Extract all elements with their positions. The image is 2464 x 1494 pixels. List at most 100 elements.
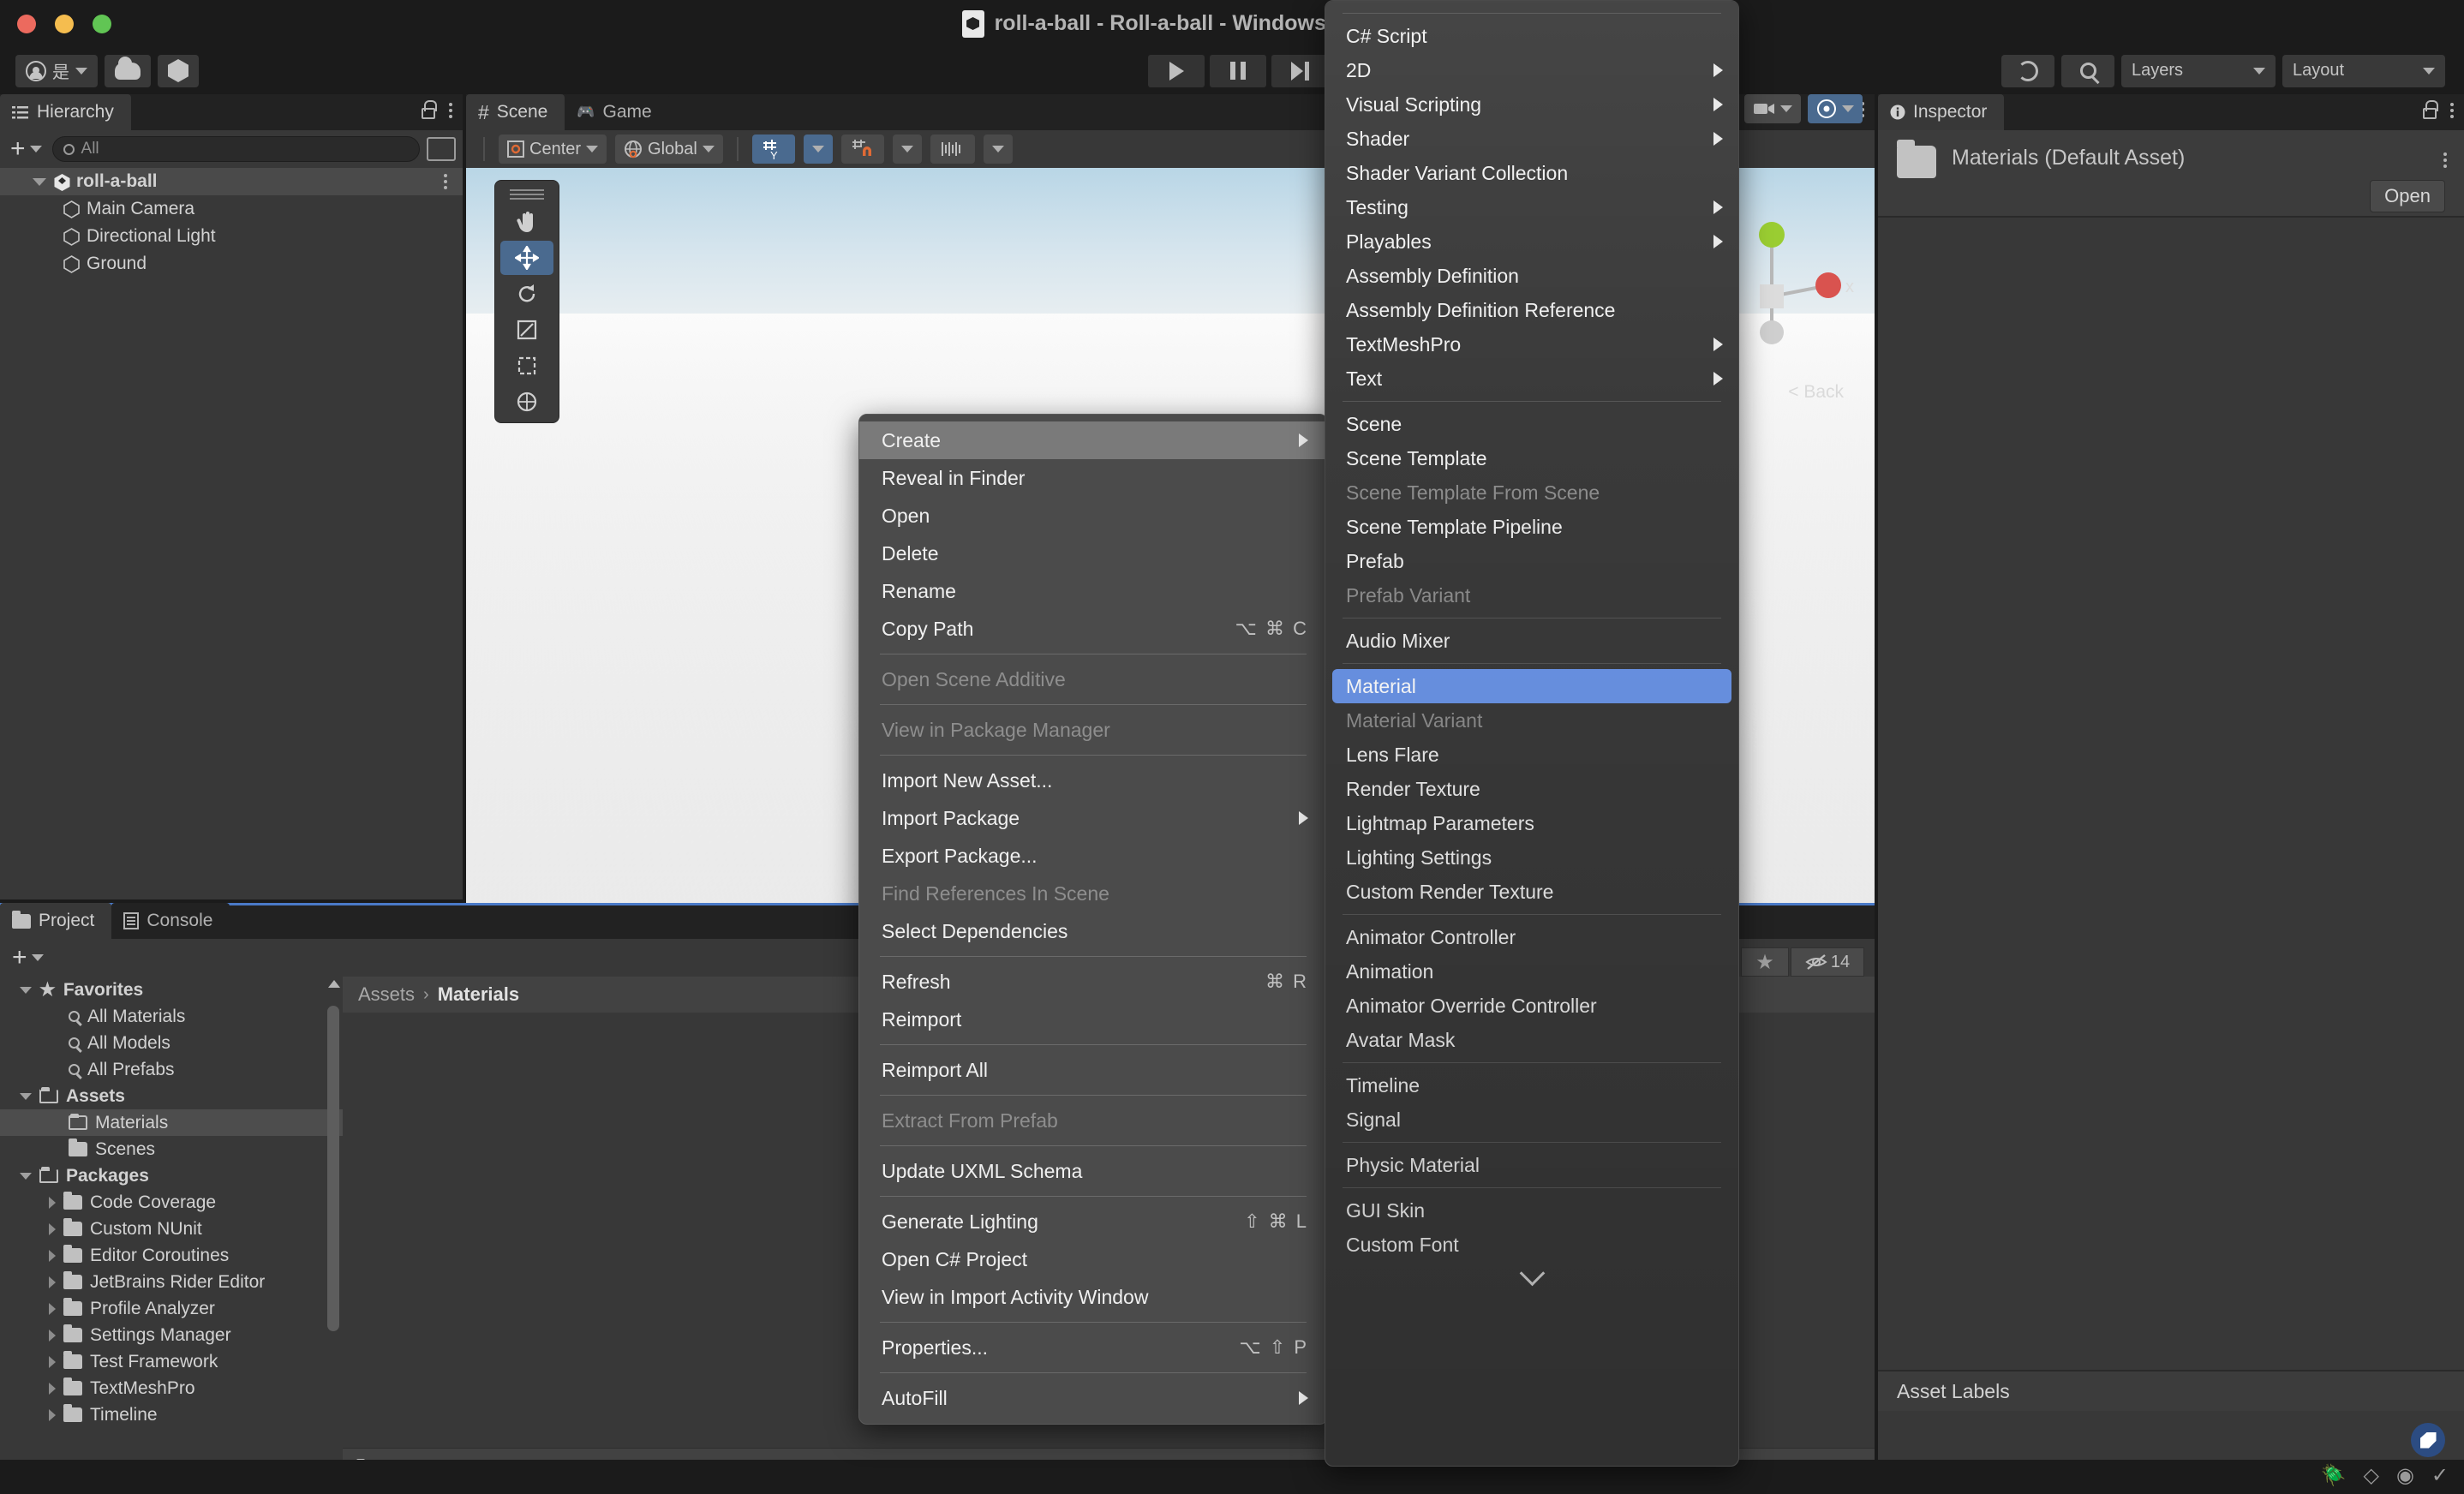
tab-project[interactable]: Project [0, 903, 111, 939]
menu-item-update-uxml-schema[interactable]: Update UXML Schema [859, 1152, 1327, 1190]
menu-item-export-package[interactable]: Export Package... [859, 837, 1327, 875]
menu-item-autofill[interactable]: AutoFill [859, 1379, 1327, 1417]
camera-settings-button[interactable] [1744, 94, 1801, 123]
project-tree-row-test-framework[interactable]: Test Framework [0, 1348, 343, 1375]
menu-item-properties[interactable]: Properties... ⌥ ⇧ P [859, 1329, 1327, 1366]
menu-item-gui-skin[interactable]: GUI Skin [1325, 1193, 1738, 1228]
layers-dropdown[interactable]: Layers [2121, 55, 2276, 87]
menu-item-custom-render-texture[interactable]: Custom Render Texture [1325, 875, 1738, 909]
expand-arrow-icon[interactable] [33, 178, 46, 186]
handle-space-dropdown[interactable]: Global [615, 134, 723, 164]
project-tree-row-favorites[interactable]: ★ Favorites [0, 977, 343, 1003]
pivot-mode-dropdown[interactable]: Center [499, 134, 607, 164]
cloud-button[interactable] [105, 55, 151, 87]
project-folder-tree[interactable]: ★ Favorites All Materials All Models All Pre… [0, 977, 343, 1492]
collapse-arrow-icon[interactable] [49, 1276, 56, 1288]
menu-item-animator-override-controller[interactable]: Animator Override Controller [1325, 989, 1738, 1023]
project-tree-row-profile-analyzer[interactable]: Profile Analyzer [0, 1295, 343, 1322]
hierarchy-row-directional-light[interactable]: Directional Light [0, 223, 463, 250]
layers-off-icon[interactable]: ◇ [2363, 1463, 2378, 1488]
check-circle-icon[interactable]: ✓ [2431, 1463, 2449, 1488]
project-filter-favorite-button[interactable]: ★ [1741, 947, 1789, 977]
collapse-arrow-icon[interactable] [49, 1356, 56, 1368]
menu-item-c#-script[interactable]: C# Script [1325, 19, 1738, 53]
rotate-tool-button[interactable] [500, 277, 553, 311]
menu-item-rename[interactable]: Rename [859, 572, 1327, 610]
tab-scene[interactable]: # Scene [466, 94, 565, 130]
project-tree-row-jetbrains-rider-editor[interactable]: JetBrains Rider Editor [0, 1269, 343, 1295]
menu-item-reveal-in-finder[interactable]: Reveal in Finder [859, 459, 1327, 497]
menu-item-physic-material[interactable]: Physic Material [1325, 1148, 1738, 1182]
menu-item-scene-template[interactable]: Scene Template [1325, 441, 1738, 475]
menu-item-custom-font[interactable]: Custom Font [1325, 1228, 1738, 1262]
scene-visibility-button[interactable] [1808, 94, 1863, 123]
menu-item-open-c#-project[interactable]: Open C# Project [859, 1240, 1327, 1278]
collapse-arrow-icon[interactable] [49, 1250, 56, 1262]
breadcrumb-item-materials[interactable]: Materials [438, 983, 519, 1006]
menu-item-testing[interactable]: Testing [1325, 190, 1738, 224]
services-button[interactable] [158, 55, 199, 87]
hierarchy-tree[interactable]: roll-a-ball Main Camera Directional Light G… [0, 168, 463, 278]
project-tree-row-packages[interactable]: Packages [0, 1162, 343, 1189]
expand-arrow-icon[interactable] [20, 1173, 32, 1180]
project-tree-row-editor-coroutines[interactable]: Editor Coroutines [0, 1242, 343, 1269]
menu-item-generate-lighting[interactable]: Generate Lighting ⇧ ⌘ L [859, 1203, 1327, 1240]
bug-off-icon[interactable]: 🪲 [2321, 1463, 2347, 1488]
scroll-up-arrow[interactable] [328, 980, 340, 988]
snap-settings-dropdown[interactable] [893, 134, 922, 164]
transform-tool-button[interactable] [500, 385, 553, 419]
menu-item-shader-variant-collection[interactable]: Shader Variant Collection [1325, 156, 1738, 190]
menu-item-open[interactable]: Open [859, 497, 1327, 535]
undo-history-button[interactable] [2001, 55, 2054, 87]
eye-off-icon[interactable]: ◉ [2396, 1463, 2414, 1488]
pause-button[interactable] [1210, 55, 1266, 87]
hierarchy-row-roll-a-ball[interactable]: roll-a-ball [0, 168, 463, 195]
menu-item-assembly-definition-reference[interactable]: Assembly Definition Reference [1325, 293, 1738, 327]
global-search-button[interactable] [2061, 55, 2114, 87]
menu-item-import-package[interactable]: Import Package [859, 799, 1327, 837]
hierarchy-search-input[interactable]: All [52, 136, 420, 162]
hierarchy-row-main-camera[interactable]: Main Camera [0, 195, 463, 223]
kebab-menu-icon[interactable] [449, 103, 452, 118]
project-tree-row-assets[interactable]: Assets [0, 1083, 343, 1109]
expand-arrow-icon[interactable] [20, 987, 32, 994]
scene-tool-palette[interactable] [494, 180, 559, 423]
menu-item-scene-template-pipeline[interactable]: Scene Template Pipeline [1325, 510, 1738, 544]
project-tree-row-all-models[interactable]: All Models [0, 1030, 343, 1056]
menu-item-import-new-asset[interactable]: Import New Asset... [859, 762, 1327, 799]
project-hidden-items-button[interactable]: 14 [1791, 947, 1864, 977]
project-tree-row-custom-nunit[interactable]: Custom NUnit [0, 1216, 343, 1242]
menu-item-prefab[interactable]: Prefab [1325, 544, 1738, 578]
menu-item-2d[interactable]: 2D [1325, 53, 1738, 87]
collapse-arrow-icon[interactable] [49, 1303, 56, 1315]
scale-tool-button[interactable] [500, 313, 553, 347]
kebab-menu-icon[interactable] [2450, 103, 2454, 118]
menu-item-lighting-settings[interactable]: Lighting Settings [1325, 840, 1738, 875]
kebab-menu-icon[interactable] [2443, 152, 2447, 168]
collapse-arrow-icon[interactable] [49, 1409, 56, 1421]
hierarchy-row-ground[interactable]: Ground [0, 250, 463, 278]
collapse-arrow-icon[interactable] [49, 1223, 56, 1235]
menu-item-playables[interactable]: Playables [1325, 224, 1738, 259]
ruler-button[interactable] [930, 134, 975, 164]
menu-item-animator-controller[interactable]: Animator Controller [1325, 920, 1738, 954]
asset-context-menu[interactable]: Create Reveal in Finder Open Delete Rename Co… [858, 414, 1328, 1425]
hand-tool-button[interactable] [500, 205, 553, 239]
grid-axis-button[interactable]: Y [752, 134, 795, 164]
hierarchy-add-button[interactable]: + [7, 140, 45, 158]
menu-item-reimport[interactable]: Reimport [859, 1001, 1327, 1038]
create-submenu[interactable]: C# Script 2D Visual Scripting Shader Shader … [1325, 0, 1739, 1467]
menu-item-delete[interactable]: Delete [859, 535, 1327, 572]
gizmo-orientation-label[interactable]: < Back [1788, 382, 1844, 403]
menu-item-reimport-all[interactable]: Reimport All [859, 1051, 1327, 1089]
palette-drag-handle[interactable] [510, 189, 544, 200]
menu-item-text[interactable]: Text [1325, 362, 1738, 396]
menu-item-assembly-definition[interactable]: Assembly Definition [1325, 259, 1738, 293]
lock-icon[interactable] [2423, 108, 2437, 119]
menu-item-visual-scripting[interactable]: Visual Scripting [1325, 87, 1738, 122]
ruler-dropdown[interactable] [984, 134, 1013, 164]
collapse-arrow-icon[interactable] [49, 1330, 56, 1342]
menu-item-view-in-import-activity-window[interactable]: View in Import Activity Window [859, 1278, 1327, 1316]
tab-game[interactable]: 🎮 Game [565, 94, 668, 130]
chevron-down-icon[interactable] [1325, 1262, 1738, 1296]
